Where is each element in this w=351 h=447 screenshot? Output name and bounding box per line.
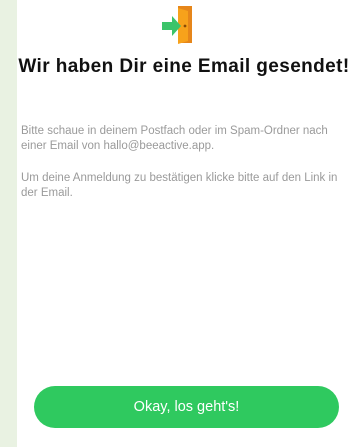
door-exit-icon	[158, 3, 198, 47]
app-background: Wir haben Dir eine Email gesendet! Bitte…	[0, 0, 351, 447]
page-title: Wir haben Dir eine Email gesendet!	[18, 56, 350, 77]
instruction-text: Bitte schaue in deinem Postfach oder im …	[21, 125, 328, 152]
confirm-button[interactable]: Okay, los geht's!	[34, 386, 339, 428]
confirmation-hint-text: Um deine Anmeldung zu bestätigen klicke …	[21, 172, 338, 199]
